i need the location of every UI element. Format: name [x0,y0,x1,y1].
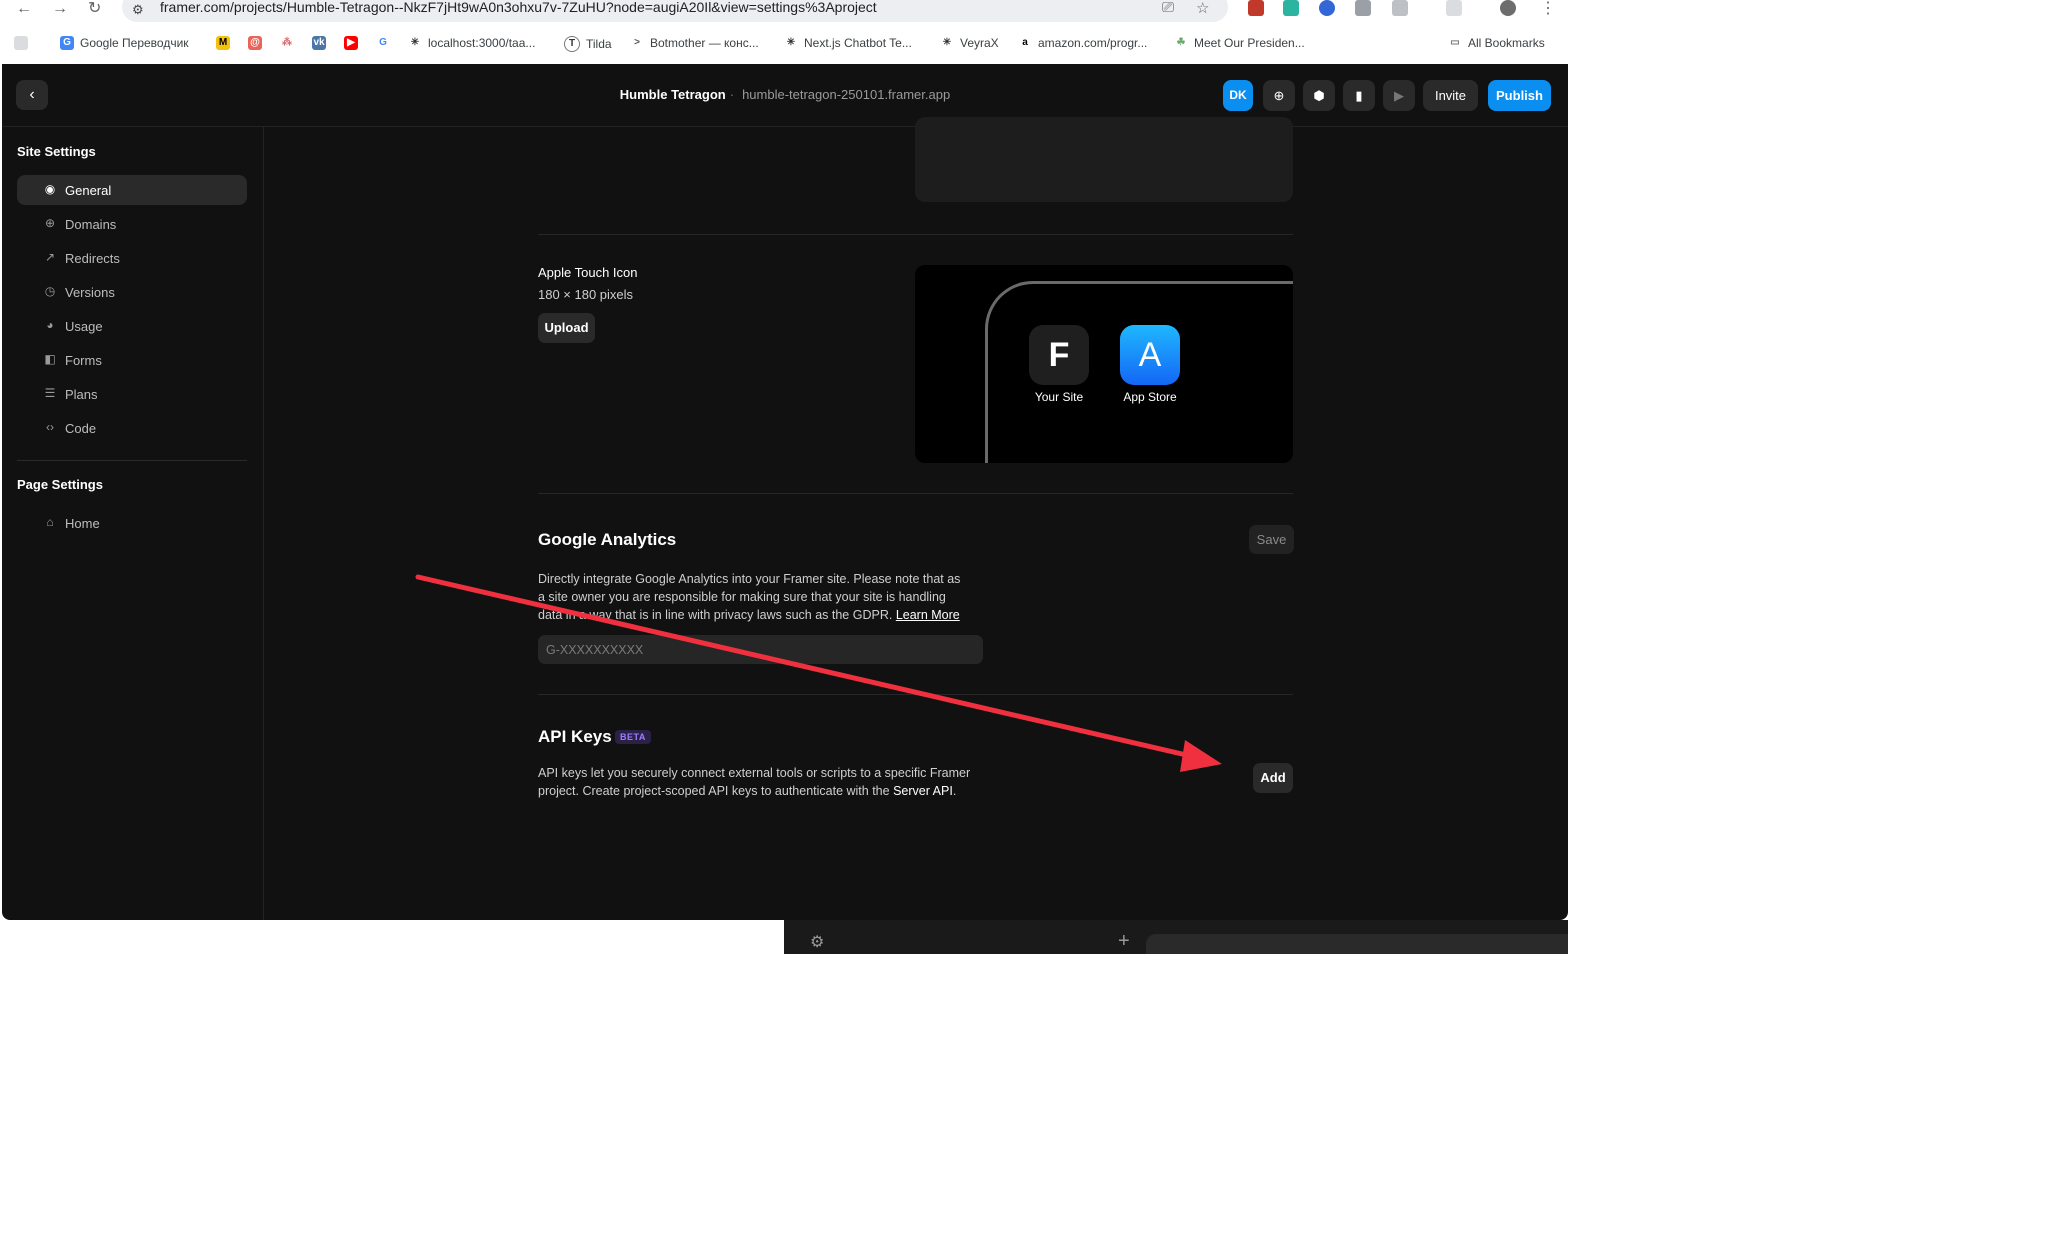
annotation-arrow [415,574,1222,772]
arrow-head [1180,740,1222,772]
gear-icon: ⚙ [810,934,825,951]
chat-input [1146,934,1568,954]
plus-icon: + [1118,930,1130,952]
background-window: ⚙ + [784,920,1568,954]
arrow-shaft [415,574,1198,760]
